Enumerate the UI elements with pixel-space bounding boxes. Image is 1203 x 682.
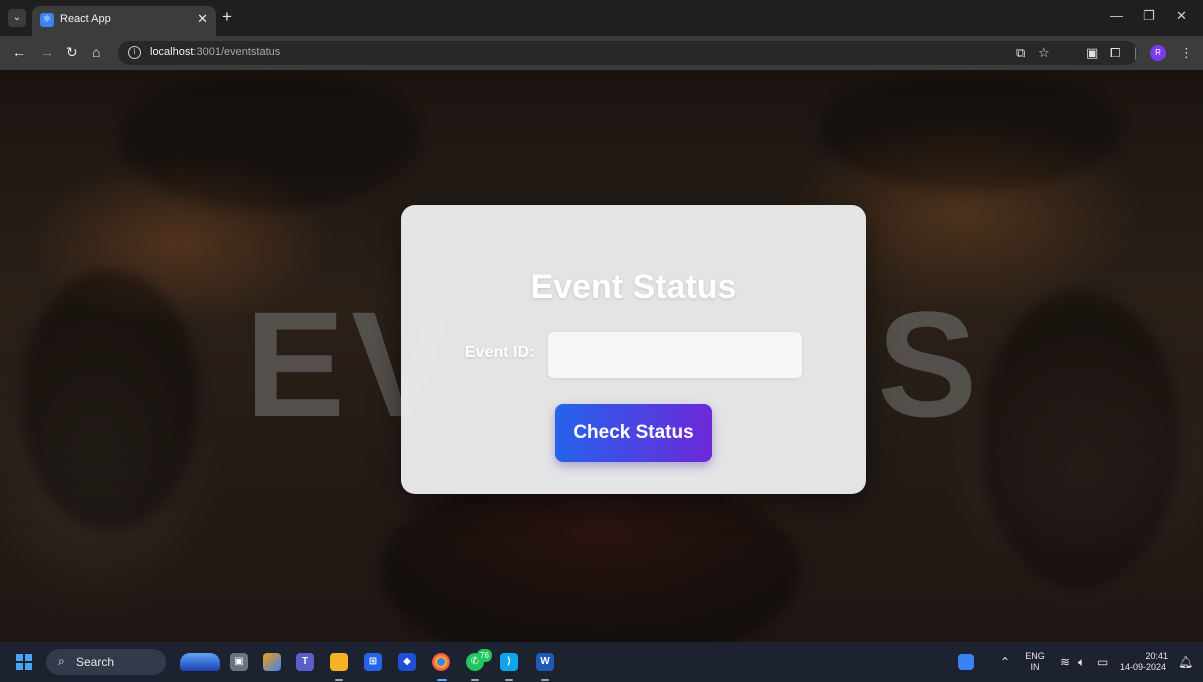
back-icon[interactable]: ← <box>12 44 26 60</box>
url-path: :3001/eventstatus <box>193 46 281 58</box>
task-view-icon[interactable]: ▣ <box>230 653 248 671</box>
background-crowd <box>980 290 1180 590</box>
bookmark-star-icon[interactable]: ☆ <box>1038 45 1050 61</box>
restore-icon[interactable]: ❐ <box>1143 8 1155 24</box>
teams-icon[interactable]: T <box>296 653 314 671</box>
battery-icon[interactable]: ▭ <box>1097 655 1108 669</box>
url-host: localhost <box>150 46 194 58</box>
browser-tabstrip: ⌄ ⚛ React App ✕ + — ❐ ✕ <box>0 0 1203 36</box>
screen: ⌄ ⚛ React App ✕ + — ❐ ✕ ← → ↻ ⌂ i localh… <box>0 0 1203 682</box>
vscode-icon[interactable]: ⟩ <box>500 653 518 671</box>
language-code: ENG <box>1025 651 1045 661</box>
chevron-up-icon[interactable]: ⌃ <box>1000 655 1010 669</box>
tab-search-button[interactable]: ⌄ <box>8 9 26 27</box>
microsoft-store-icon[interactable]: ⊞ <box>364 653 382 671</box>
chrome-icon[interactable] <box>432 653 450 671</box>
event-id-label: Event ID: <box>465 344 535 361</box>
notification-bell-icon[interactable]: 🔔︎ <box>1178 655 1193 669</box>
background-crowd <box>380 470 800 642</box>
running-indicator <box>335 679 343 681</box>
wifi-icon[interactable]: ≋ <box>1060 655 1070 669</box>
tab-title: React App <box>60 13 111 25</box>
language-indicator[interactable]: ENG IN <box>1024 651 1046 673</box>
language-region: IN <box>1030 662 1040 672</box>
page-title: Event Status <box>530 268 737 306</box>
widget-icon[interactable] <box>958 654 974 670</box>
taskbar-search-label: Search <box>76 655 115 669</box>
reload-icon[interactable]: ↻ <box>66 44 78 61</box>
running-indicator <box>471 679 479 681</box>
url-text: localhost:3001/eventstatus <box>150 46 280 58</box>
home-icon[interactable]: ⌂ <box>92 44 100 60</box>
copilot-icon[interactable] <box>263 653 281 671</box>
extensions-puzzle-icon[interactable]: ⧠ <box>1110 45 1120 61</box>
weather-icon[interactable] <box>180 653 220 671</box>
whatsapp-badge: 76 <box>477 649 492 662</box>
browser-tab[interactable]: ⚛ React App ✕ <box>32 6 216 36</box>
forward-icon[interactable]: → <box>40 44 54 60</box>
new-tab-button[interactable]: + <box>222 7 232 27</box>
tab-close-icon[interactable]: ✕ <box>197 11 208 27</box>
page-viewport: EV S Event Status Event ID: Check Status <box>0 70 1203 642</box>
site-info-icon[interactable]: i <box>128 46 141 59</box>
app-icon[interactable]: ◆ <box>398 653 416 671</box>
search-icon: ⌕ <box>58 654 65 668</box>
browser-toolbar: ← → ↻ ⌂ i localhost:3001/eventstatus ⧉ ☆… <box>0 36 1203 70</box>
event-id-input[interactable] <box>548 332 802 378</box>
clock-time: 20:41 <box>1145 651 1168 661</box>
clock[interactable]: 20:41 14-09-2024 <box>1118 651 1168 673</box>
word-icon[interactable]: W <box>536 653 554 671</box>
install-app-icon[interactable]: ⧉ <box>1016 45 1025 61</box>
running-indicator <box>505 679 513 681</box>
close-window-icon[interactable]: ✕ <box>1176 8 1187 24</box>
background-heading-right: S <box>877 280 984 448</box>
file-explorer-icon[interactable] <box>330 653 348 671</box>
profile-avatar[interactable]: R <box>1150 45 1166 61</box>
running-indicator <box>541 679 549 681</box>
address-bar[interactable]: i localhost:3001/eventstatus ⧉ ☆ <box>118 41 1138 65</box>
background-trees <box>820 70 1120 190</box>
check-status-button[interactable]: Check Status <box>555 404 712 462</box>
start-icon[interactable] <box>16 654 32 670</box>
clock-date: 14-09-2024 <box>1119 662 1167 672</box>
taskbar-search[interactable]: ⌕ Search <box>46 649 166 675</box>
minimize-icon[interactable]: — <box>1110 8 1123 23</box>
background-crowd <box>20 270 200 530</box>
toolbar-divider: | <box>1134 45 1138 60</box>
background-trees <box>120 70 420 210</box>
react-favicon-icon: ⚛ <box>40 13 54 27</box>
extension-icon[interactable]: ▣ <box>1086 45 1098 61</box>
running-indicator <box>437 679 447 681</box>
volume-icon[interactable]: 🔈︎ <box>1078 655 1085 670</box>
more-menu-icon[interactable]: ⋮ <box>1180 45 1193 61</box>
event-status-card: Event Status Event ID: Check Status <box>401 205 866 494</box>
taskbar: ⌕ Search ▣ T ⊞ ◆ ✆ 76 ⟩ W ⌃ ENG IN ≋ 🔈︎ … <box>0 642 1203 682</box>
